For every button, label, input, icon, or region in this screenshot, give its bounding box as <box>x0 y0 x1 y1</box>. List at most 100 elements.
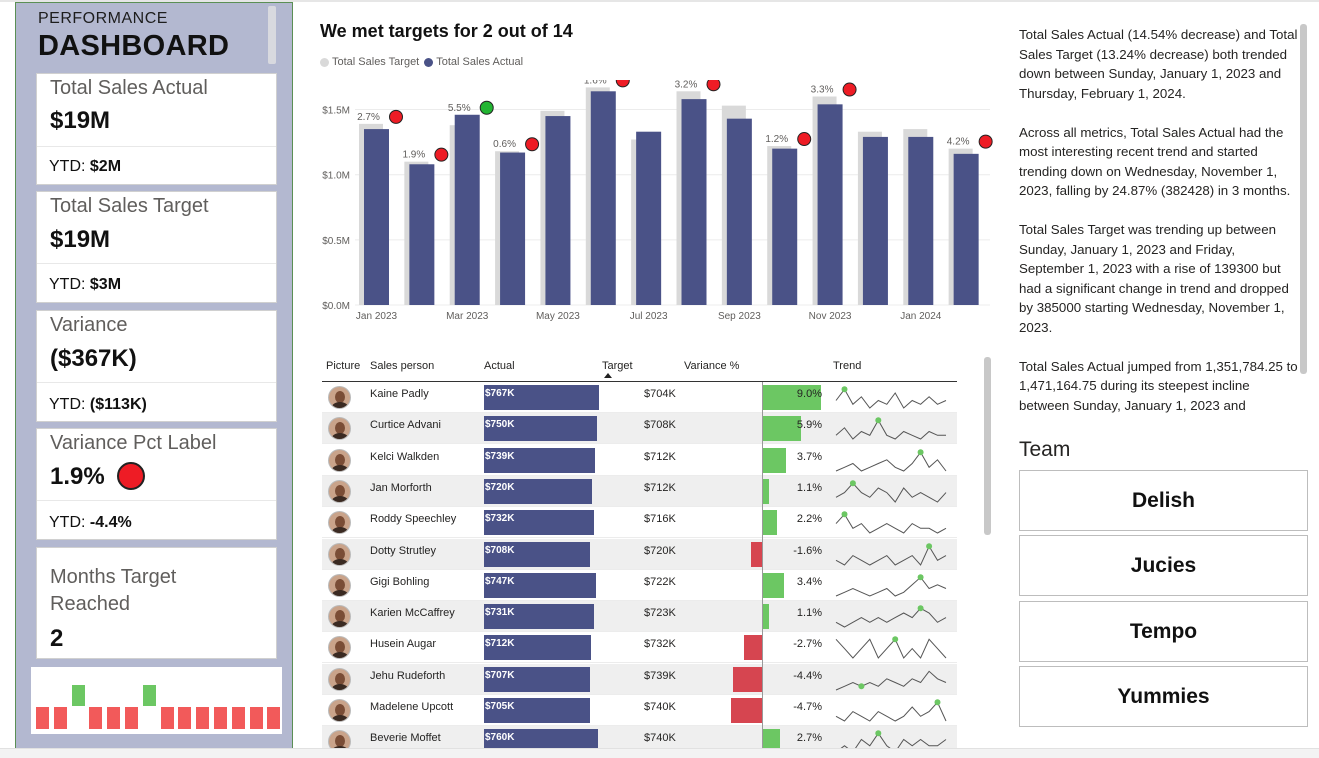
target-missed-marker <box>978 134 993 149</box>
data-label: 0.6% <box>493 139 516 150</box>
team-button-yummies[interactable]: Yummies <box>1019 666 1308 727</box>
actual-bar[interactable] <box>590 91 616 305</box>
x-tick-label: Jul 2023 <box>630 311 668 322</box>
y-tick-label: $1.5M <box>322 106 350 117</box>
actual-bar: $712K <box>484 635 591 661</box>
kpi-card-variance-pct[interactable]: Variance Pct Label 1.9% YTD: -4.4% <box>36 428 277 540</box>
sales-person-name: Beverie Moffet <box>370 732 441 745</box>
table-row[interactable]: Karien McCaffrey $731K $723K 1.1% <box>322 601 957 633</box>
actual-bar[interactable] <box>500 152 526 305</box>
avatar-body <box>332 558 348 565</box>
actual-bar[interactable] <box>953 153 979 305</box>
sparkline-peak-marker <box>858 682 865 689</box>
x-tick-label: Nov 2023 <box>809 311 852 322</box>
avatar-face <box>335 578 345 591</box>
actual-bar[interactable] <box>364 129 389 305</box>
variance-value: 2.7% <box>796 732 822 745</box>
sales-person-name: Gigi Bohling <box>370 575 430 588</box>
legend-item-actual[interactable]: Total Sales Actual <box>424 56 523 68</box>
avatar <box>328 479 351 503</box>
table-row[interactable]: Roddy Speechley $732K $716K 2.2% <box>322 507 957 539</box>
trend-sparkline <box>835 448 947 472</box>
actual-value: $767K <box>485 388 515 399</box>
sparkline-peak-marker <box>934 699 941 706</box>
sales-bar-chart[interactable]: $0.0M $0.5M $1.0M $1.5M 2.7% 1.9% 5.5% 0.6% 1.6%… <box>300 80 1000 330</box>
target-value: $740K <box>644 701 676 713</box>
actual-value: $720K <box>485 481 515 493</box>
table-row[interactable]: Beverie Moffet $760K $740K 2.7% <box>322 726 957 748</box>
ytd-label: YTD: <box>49 158 86 175</box>
table-row[interactable]: Husein Augar $712K $732K -2.7% <box>322 632 957 664</box>
y-tick-label: $0.0M <box>322 301 350 312</box>
actual-bar[interactable] <box>862 136 888 305</box>
variance-bar-negative <box>731 698 762 723</box>
kpi-card-total-sales-actual[interactable]: Total Sales Actual $19M YTD: $2M <box>36 73 277 185</box>
sparkline-peak-marker <box>841 511 848 518</box>
target-missed-marker <box>525 137 540 152</box>
sparkline-peak-marker <box>917 574 924 581</box>
avatar <box>328 542 351 566</box>
actual-bar: $739K <box>484 447 595 473</box>
sidebar-scrollbar[interactable] <box>268 6 276 64</box>
col-header-trend[interactable]: Trend <box>833 360 861 372</box>
actual-bar[interactable] <box>545 116 571 305</box>
team-button-delish[interactable]: Delish <box>1019 470 1308 531</box>
target-value: $704K <box>644 388 676 400</box>
actual-bar[interactable] <box>908 136 934 305</box>
kpi-card-variance[interactable]: Variance ($367K) YTD: ($113K) <box>36 310 277 422</box>
avatar <box>328 573 351 597</box>
col-header-actual[interactable]: Actual <box>484 360 515 372</box>
avatar-body <box>332 402 348 408</box>
actual-bar[interactable] <box>681 99 707 305</box>
dashboard-title-line2: DASHBOARD <box>38 30 230 62</box>
data-label: 3.3% <box>811 85 834 96</box>
table-row[interactable]: Madelene Upcott $705K $740K -4.7% <box>322 695 957 726</box>
target-value: $712K <box>644 481 676 494</box>
table-row[interactable]: Jehu Rudeforth $707K $739K -4.4% <box>322 663 957 695</box>
table-row[interactable]: Gigi Bohling $747K $722K 3.4% <box>322 570 957 601</box>
target-value: $732K <box>644 638 676 651</box>
table-scrollbar[interactable] <box>984 357 991 535</box>
sparkline-peak-marker <box>917 605 924 612</box>
actual-bar[interactable] <box>454 114 480 306</box>
table-row[interactable]: Kaine Padly $767K $704K 9.0% <box>322 382 957 413</box>
team-button-jucies[interactable]: Jucies <box>1019 535 1308 596</box>
col-header-variance[interactable]: Variance % <box>684 360 739 372</box>
legend-swatch <box>320 57 329 67</box>
actual-bar[interactable] <box>817 104 843 305</box>
avatar <box>328 730 351 748</box>
kpi-card-months-target[interactable]: Months Target Reached 2 <box>36 547 277 659</box>
narrative-paragraph: Total Sales Actual (14.54% decrease) and… <box>1019 27 1298 101</box>
narrative-scrollbar[interactable] <box>1300 24 1307 374</box>
col-header-target[interactable]: Target <box>602 360 633 372</box>
actual-bar[interactable] <box>726 118 752 305</box>
actual-bar[interactable] <box>636 131 662 305</box>
table-row[interactable]: Dotty Strutley $708K $720K -1.6% <box>322 538 957 570</box>
trend-sparkline <box>835 511 947 534</box>
variance-value: 1.1% <box>796 481 822 494</box>
target-missed-marker <box>615 80 630 88</box>
team-button-tempo[interactable]: Tempo <box>1019 601 1308 662</box>
col-header-picture[interactable]: Picture <box>326 360 360 372</box>
avatar-body <box>332 464 348 471</box>
data-label: 1.6% <box>584 80 607 86</box>
table-row[interactable]: Jan Morforth $720K $712K 1.1% <box>322 475 957 507</box>
col-header-sales-person[interactable]: Sales person <box>370 360 434 372</box>
variance-value: 5.9% <box>796 419 822 432</box>
table-row[interactable]: Curtice Advani $750K $708K 5.9% <box>322 413 957 445</box>
actual-bar: $760K <box>484 729 598 748</box>
kpi-card-total-sales-target[interactable]: Total Sales Target $19M YTD: $3M <box>36 191 277 303</box>
variance-value: -1.6% <box>793 544 822 557</box>
avatar <box>328 699 351 722</box>
actual-bar[interactable] <box>409 164 435 305</box>
avatar <box>328 605 351 629</box>
kpi-label: Variance <box>50 314 128 336</box>
legend-item-target[interactable]: Total Sales Target <box>320 56 419 68</box>
sparkline-peak-marker <box>892 636 899 643</box>
kpi-label: Months Target Reached <box>50 566 177 615</box>
table-row[interactable]: Kelci Walkden $739K $712K 3.7% <box>322 445 957 476</box>
actual-bar[interactable] <box>772 148 798 305</box>
actual-value: $712K <box>485 638 515 650</box>
variance-bar-positive <box>762 729 780 748</box>
ytd-label: YTD: <box>49 276 86 293</box>
